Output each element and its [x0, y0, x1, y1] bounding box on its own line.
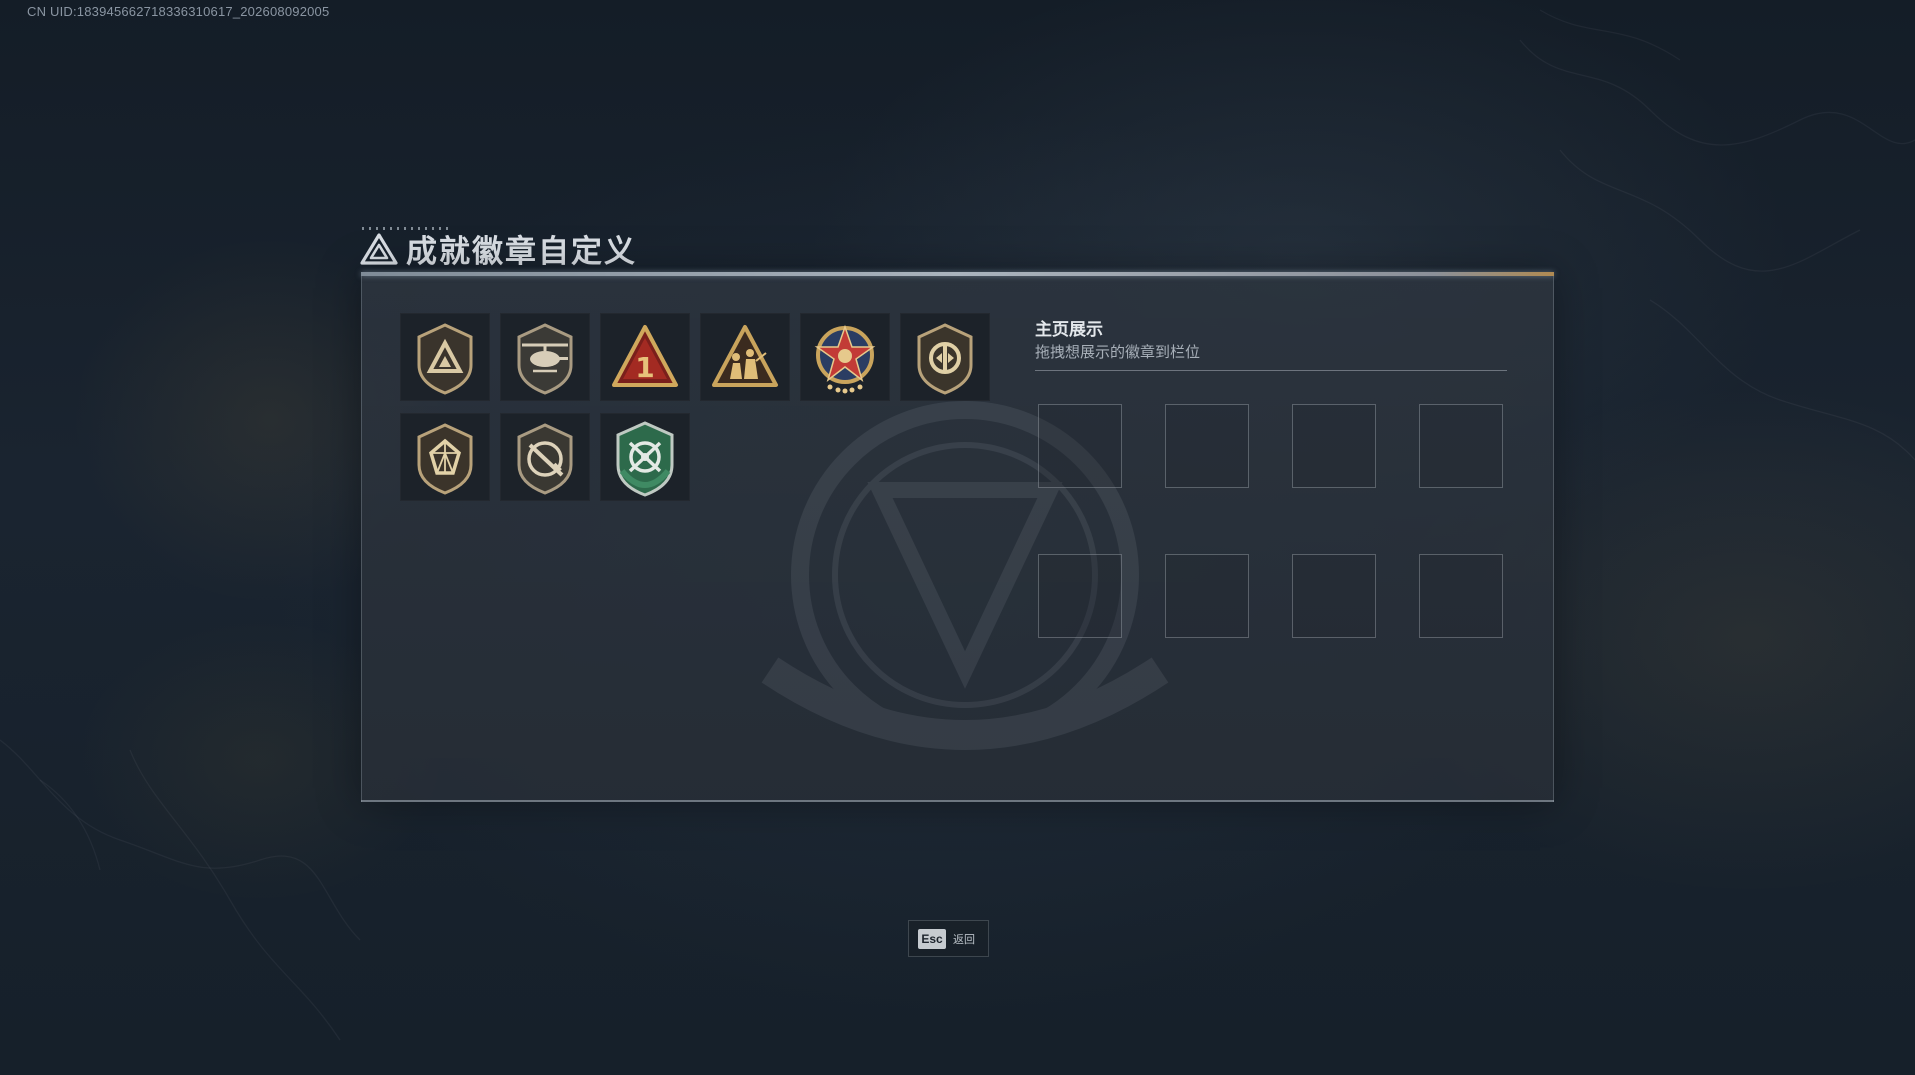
shield-round-emblem-icon — [917, 323, 973, 395]
page-header: 成就徽章自定义 — [360, 226, 637, 271]
badge-shield-green-cross[interactable] — [600, 413, 690, 501]
helicopter-icon — [517, 323, 573, 395]
badge-shield-triangle[interactable] — [400, 313, 490, 401]
back-button[interactable]: Esc 返回 — [908, 920, 989, 957]
showcase-slot-7[interactable] — [1292, 554, 1376, 638]
shield-rifle-icon — [517, 423, 573, 495]
triangle-number-one-icon: 1 — [612, 325, 678, 387]
shield-triangle-icon — [417, 323, 473, 395]
showcase-slot-1[interactable] — [1038, 404, 1122, 488]
panel-bottom-border — [361, 800, 1554, 802]
badge-shield-rifle[interactable] — [500, 413, 590, 501]
showcase-slot-4[interactable] — [1419, 404, 1503, 488]
panel-top-border — [361, 272, 1554, 276]
shield-green-crossed-icon — [616, 421, 674, 497]
badge-shield-gem[interactable] — [400, 413, 490, 501]
star-medal-icon — [814, 324, 876, 394]
user-uid-label: CN UID:1839456627183363106​17_2026080920… — [27, 4, 330, 19]
badge-shield-round[interactable] — [900, 313, 990, 401]
screen-background: CN UID:1839456627183363106​17_2026080920… — [0, 0, 1915, 1075]
badge-soldiers[interactable] — [700, 313, 790, 401]
svg-text:1: 1 — [635, 351, 654, 384]
shield-gem-icon — [417, 423, 473, 495]
triangle-emblem-icon — [360, 232, 398, 265]
showcase-divider — [1035, 370, 1507, 371]
page-title: 成就徽章自定义 — [406, 234, 637, 270]
showcase-title: 主页展示 — [1035, 320, 1103, 340]
showcase-slot-2[interactable] — [1165, 404, 1249, 488]
showcase-slot-3[interactable] — [1292, 404, 1376, 488]
showcase-slot-8[interactable] — [1419, 554, 1503, 638]
showcase-subtitle: 拖拽想展示的徽章到栏位 — [1035, 343, 1201, 361]
showcase-slot-6[interactable] — [1165, 554, 1249, 638]
esc-key-hint: Esc — [918, 928, 946, 949]
badge-rank-one[interactable]: 1 — [600, 313, 690, 401]
back-label: 返回 — [953, 932, 975, 946]
triangle-soldiers-icon — [712, 325, 778, 387]
showcase-slot-5[interactable] — [1038, 554, 1122, 638]
badge-helicopter[interactable] — [500, 313, 590, 401]
badge-star-medal[interactable] — [800, 313, 890, 401]
